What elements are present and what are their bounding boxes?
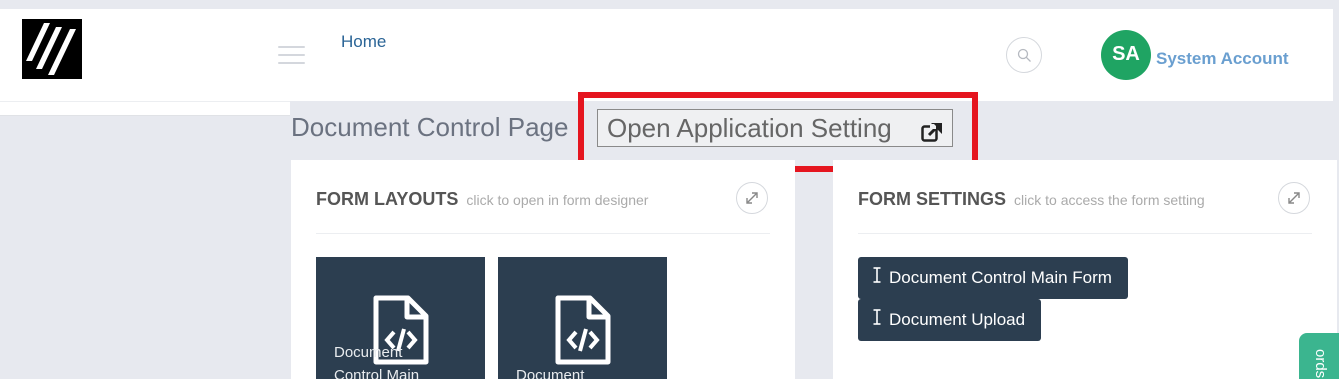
form-settings-subtitle: click to access the form setting <box>1014 192 1205 208</box>
form-setting-label: Document Control Main Form <box>889 268 1112 287</box>
form-layouts-expand-button[interactable] <box>736 182 768 214</box>
form-layouts-heading: FORM LAYOUTS <box>316 189 459 209</box>
panel-divider <box>316 233 770 234</box>
form-layouts-subtitle: click to open in form designer <box>466 192 649 208</box>
form-setting-button[interactable]: Document Control Main Form <box>858 257 1128 299</box>
form-layouts-title: FORM LAYOUTS click to open in form desig… <box>316 189 648 210</box>
form-layout-tile-label: Document Control Main <box>334 344 420 379</box>
expand-icon <box>746 192 758 204</box>
search-icon <box>1017 48 1031 62</box>
top-strip <box>0 0 1339 9</box>
avatar[interactable]: SA <box>1101 30 1151 80</box>
form-settings-expand-button[interactable] <box>1278 182 1310 214</box>
form-layout-tile[interactable]: Document <box>498 257 667 379</box>
form-layout-tile-label: Document <box>516 367 585 379</box>
company-logo[interactable] <box>22 19 82 79</box>
sidebar-strip <box>0 101 290 116</box>
text-cursor-icon <box>872 299 882 341</box>
menu-toggle-button[interactable] <box>278 46 305 66</box>
code-file-icon <box>555 295 611 365</box>
page-title: Document Control Page <box>291 112 569 142</box>
form-setting-button[interactable]: Document Upload <box>858 299 1042 341</box>
expand-icon <box>1288 192 1300 204</box>
form-settings-heading: FORM SETTINGS <box>858 189 1006 209</box>
form-setting-label: Document Upload <box>889 310 1026 329</box>
form-settings-panel: FORM SETTINGS click to access the form s… <box>833 160 1337 379</box>
nav-home-link[interactable]: Home <box>341 32 386 52</box>
form-layouts-panel: FORM LAYOUTS click to open in form desig… <box>291 160 795 379</box>
form-settings-title: FORM SETTINGS click to access the form s… <box>858 189 1205 210</box>
side-tab-label: ords <box>1312 349 1329 379</box>
form-layout-tile[interactable]: Document Control Main <box>316 257 485 379</box>
panel-divider <box>858 233 1312 234</box>
text-cursor-icon <box>872 257 882 299</box>
user-name-link[interactable]: System Account <box>1156 49 1289 69</box>
window-edge <box>1333 9 1339 101</box>
side-tab-button[interactable]: ords <box>1299 333 1339 379</box>
header: Home SA System Account <box>0 9 1333 101</box>
search-button[interactable] <box>1006 37 1042 73</box>
